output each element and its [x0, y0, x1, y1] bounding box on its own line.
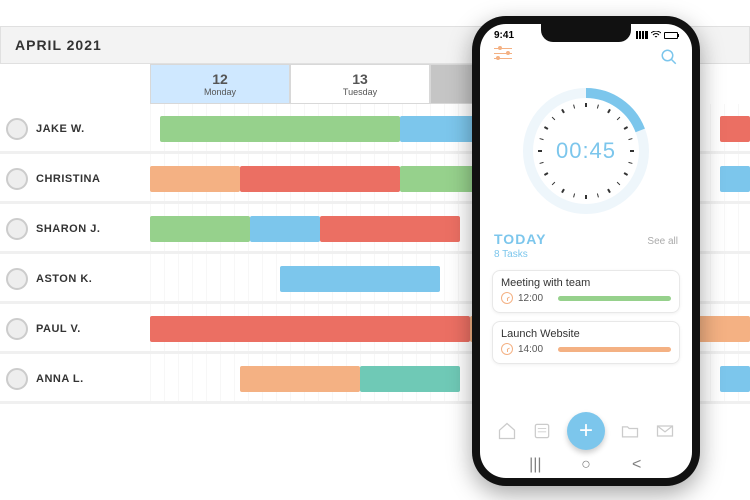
wifi-icon [651, 31, 661, 39]
person-name: ANNA L. [36, 373, 84, 385]
person-cell: SHARON J. [0, 218, 150, 240]
person-cell: CHRISTINA [0, 168, 150, 190]
gantt-bar[interactable] [150, 316, 470, 342]
signal-icon [636, 31, 648, 39]
avatar [6, 168, 28, 190]
person-cell: PAUL V. [0, 318, 150, 340]
day-number: 13 [291, 71, 429, 87]
list-icon[interactable] [532, 421, 552, 441]
gantt-bar[interactable] [720, 366, 750, 392]
home-button[interactable]: ○ [579, 458, 593, 472]
gantt-bar[interactable] [280, 266, 440, 292]
task-title: Launch Website [501, 328, 671, 340]
task-card[interactable]: Meeting with team 12:00 [492, 270, 680, 313]
app-topbar [480, 46, 692, 77]
android-nav-bar: ||| ○ < [480, 454, 692, 478]
person-cell: JAKE W. [0, 118, 150, 140]
gantt-bar[interactable] [360, 366, 460, 392]
avatar [6, 368, 28, 390]
gantt-bar[interactable] [150, 216, 250, 242]
gantt-bar[interactable] [720, 166, 750, 192]
gantt-bar[interactable] [320, 216, 460, 242]
recent-apps-button[interactable]: ||| [528, 458, 542, 472]
phone-notch [541, 24, 631, 42]
task-card[interactable]: Launch Website 14:00 [492, 321, 680, 364]
status-time: 9:41 [494, 30, 514, 41]
add-button[interactable]: + [567, 412, 605, 450]
mail-icon[interactable] [655, 421, 675, 441]
gantt-bar[interactable] [240, 166, 400, 192]
bottom-nav: + [480, 406, 692, 454]
avatar [6, 318, 28, 340]
person-cell: ANNA L. [0, 368, 150, 390]
clock-icon [501, 292, 513, 304]
battery-icon [664, 32, 678, 39]
back-button[interactable]: < [630, 458, 644, 472]
clock-icon [501, 343, 513, 355]
see-all-link[interactable]: See all [647, 236, 678, 247]
today-label: TODAY [494, 231, 546, 247]
settings-sliders-icon[interactable] [494, 48, 512, 60]
avatar [6, 268, 28, 290]
person-name: SHARON J. [36, 223, 100, 235]
search-icon[interactable] [660, 48, 678, 71]
phone-frame: 9:41 00:45 [472, 16, 700, 486]
plus-icon: + [579, 419, 593, 443]
person-name: JAKE W. [36, 123, 85, 135]
status-icons [636, 31, 678, 39]
task-time: 12:00 [518, 293, 543, 304]
folder-icon[interactable] [620, 421, 640, 441]
task-progress [558, 296, 671, 301]
task-count: 8 Tasks [480, 249, 692, 260]
avatar [6, 218, 28, 240]
timer-value: 00:45 [516, 81, 656, 221]
day-of-week: Tuesday [291, 87, 429, 97]
gantt-bar[interactable] [150, 166, 240, 192]
task-time: 14:00 [518, 344, 543, 355]
today-header: TODAY See all [480, 227, 692, 249]
person-name: ASTON K. [36, 273, 92, 285]
task-title: Meeting with team [501, 277, 671, 289]
task-progress [558, 347, 671, 352]
person-name: PAUL V. [36, 323, 81, 335]
day-column[interactable]: 12 Monday [150, 64, 290, 104]
home-icon[interactable] [497, 421, 517, 441]
person-name: CHRISTINA [36, 173, 100, 185]
day-number: 12 [151, 71, 289, 87]
day-of-week: Monday [151, 87, 289, 97]
gantt-bar[interactable] [160, 116, 400, 142]
gantt-bar[interactable] [250, 216, 320, 242]
gantt-bar[interactable] [240, 366, 360, 392]
timer-widget[interactable]: 00:45 [480, 77, 692, 227]
person-cell: ASTON K. [0, 268, 150, 290]
phone-screen: 9:41 00:45 [480, 24, 692, 478]
avatar [6, 118, 28, 140]
day-column[interactable]: 13 Tuesday [290, 64, 430, 104]
gantt-bar[interactable] [720, 116, 750, 142]
